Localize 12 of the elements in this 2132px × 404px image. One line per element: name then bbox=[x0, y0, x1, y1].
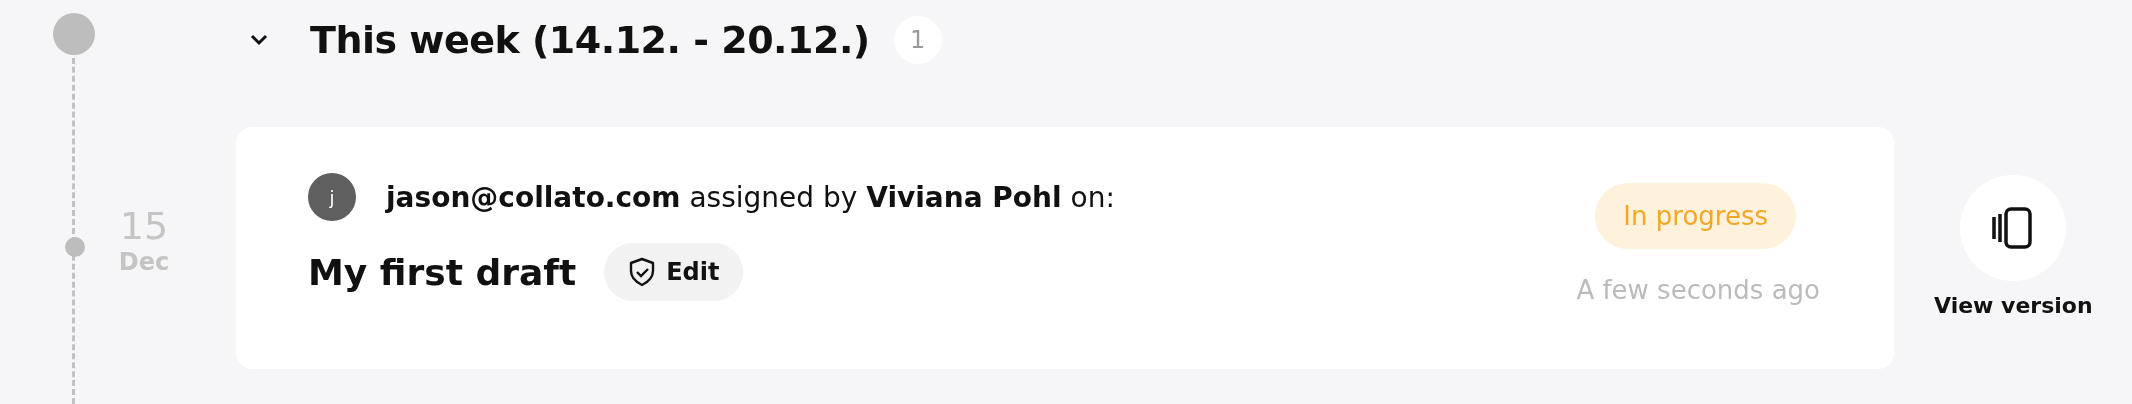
draft-title: My first draft bbox=[308, 251, 577, 293]
status-badge: In progress bbox=[1595, 183, 1796, 249]
avatar: j bbox=[308, 173, 356, 221]
shield-check-icon bbox=[628, 257, 657, 287]
view-version-label[interactable]: View version bbox=[1934, 292, 2093, 318]
edit-button[interactable]: Edit bbox=[604, 243, 744, 301]
chevron-icon[interactable] bbox=[250, 34, 268, 46]
section-title: This week (14.12. - 20.12.) bbox=[310, 18, 870, 62]
assignment-text: jason@collato.com assigned by Viviana Pohl on: bbox=[386, 180, 1115, 214]
timeline-dot bbox=[53, 13, 95, 55]
count-badge: 1 bbox=[893, 16, 942, 64]
timestamp: A few seconds ago bbox=[1576, 275, 1820, 305]
